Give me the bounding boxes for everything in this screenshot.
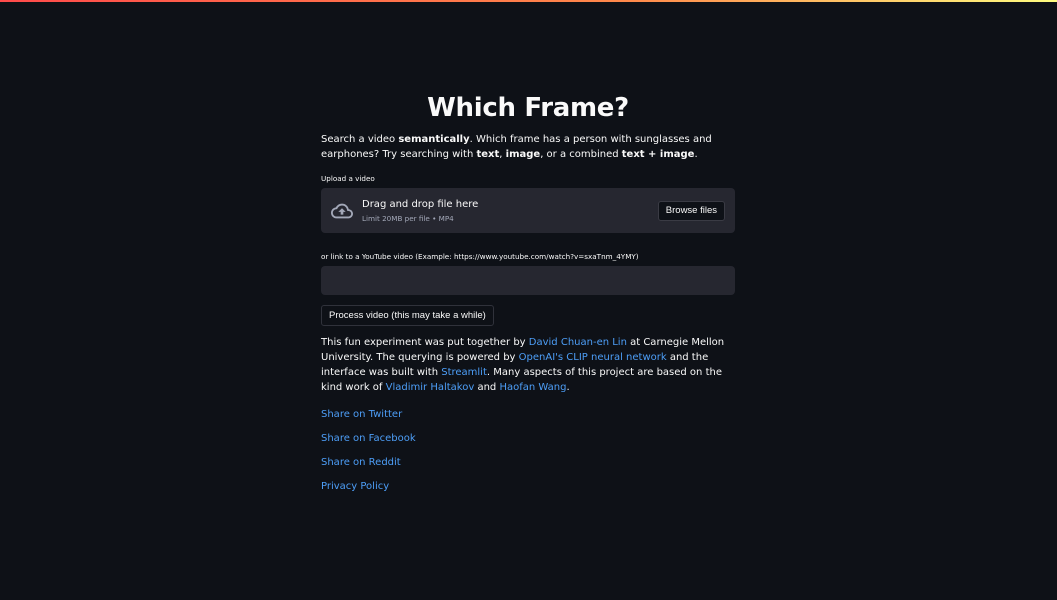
share-reddit-link[interactable]: Share on Reddit [321,455,735,470]
about-text: This fun experiment was put together by … [321,335,735,395]
upload-label: Upload a video [321,174,375,183]
intro-bold-text-image: text + image [621,149,695,160]
top-decoration-bar [0,0,1057,2]
cloud-upload-icon [331,203,353,218]
process-video-button[interactable]: Process video (this may take a while) [321,305,494,326]
author-link[interactable]: David Chuan-en Lin [529,337,627,348]
share-twitter-link[interactable]: Share on Twitter [321,407,735,422]
dropzone-title: Drag and drop file here [362,198,479,210]
intro-bold-semantically: semantically [398,134,470,145]
privacy-policy-link[interactable]: Privacy Policy [321,479,735,494]
page-title: Which Frame? [427,93,629,123]
intro-text-part: . [694,149,698,160]
youtube-label: or link to a YouTube video (Example: htt… [321,252,639,261]
dropzone-text: Drag and drop file here Limit 20MB per f… [362,199,478,223]
wang-link[interactable]: Haofan Wang [499,382,566,393]
dropzone-limit: Limit 20MB per file • MP4 [362,213,454,223]
main-content: Which Frame? Search a video semantically… [321,88,735,494]
intro-text-part: Search a video [321,134,399,145]
share-facebook-link[interactable]: Share on Facebook [321,431,735,446]
about-text-part: This fun experiment was put together by [321,337,529,348]
about-text-part: and [474,382,500,393]
browse-files-button[interactable]: Browse files [657,201,725,221]
haltakov-link[interactable]: Vladimir Haltakov [386,382,475,393]
youtube-url-input[interactable] [321,266,735,295]
intro-bold-image: image [505,149,541,160]
intro-text: Search a video semantically. Which frame… [321,132,735,162]
file-dropzone[interactable]: Drag and drop file here Limit 20MB per f… [321,188,735,233]
clip-link[interactable]: OpenAI's CLIP neural network [519,352,667,363]
intro-bold-text: text [476,149,500,160]
streamlit-link[interactable]: Streamlit [441,367,487,378]
about-text-part: . [566,382,570,393]
intro-text-part: , or a combined [540,149,622,160]
